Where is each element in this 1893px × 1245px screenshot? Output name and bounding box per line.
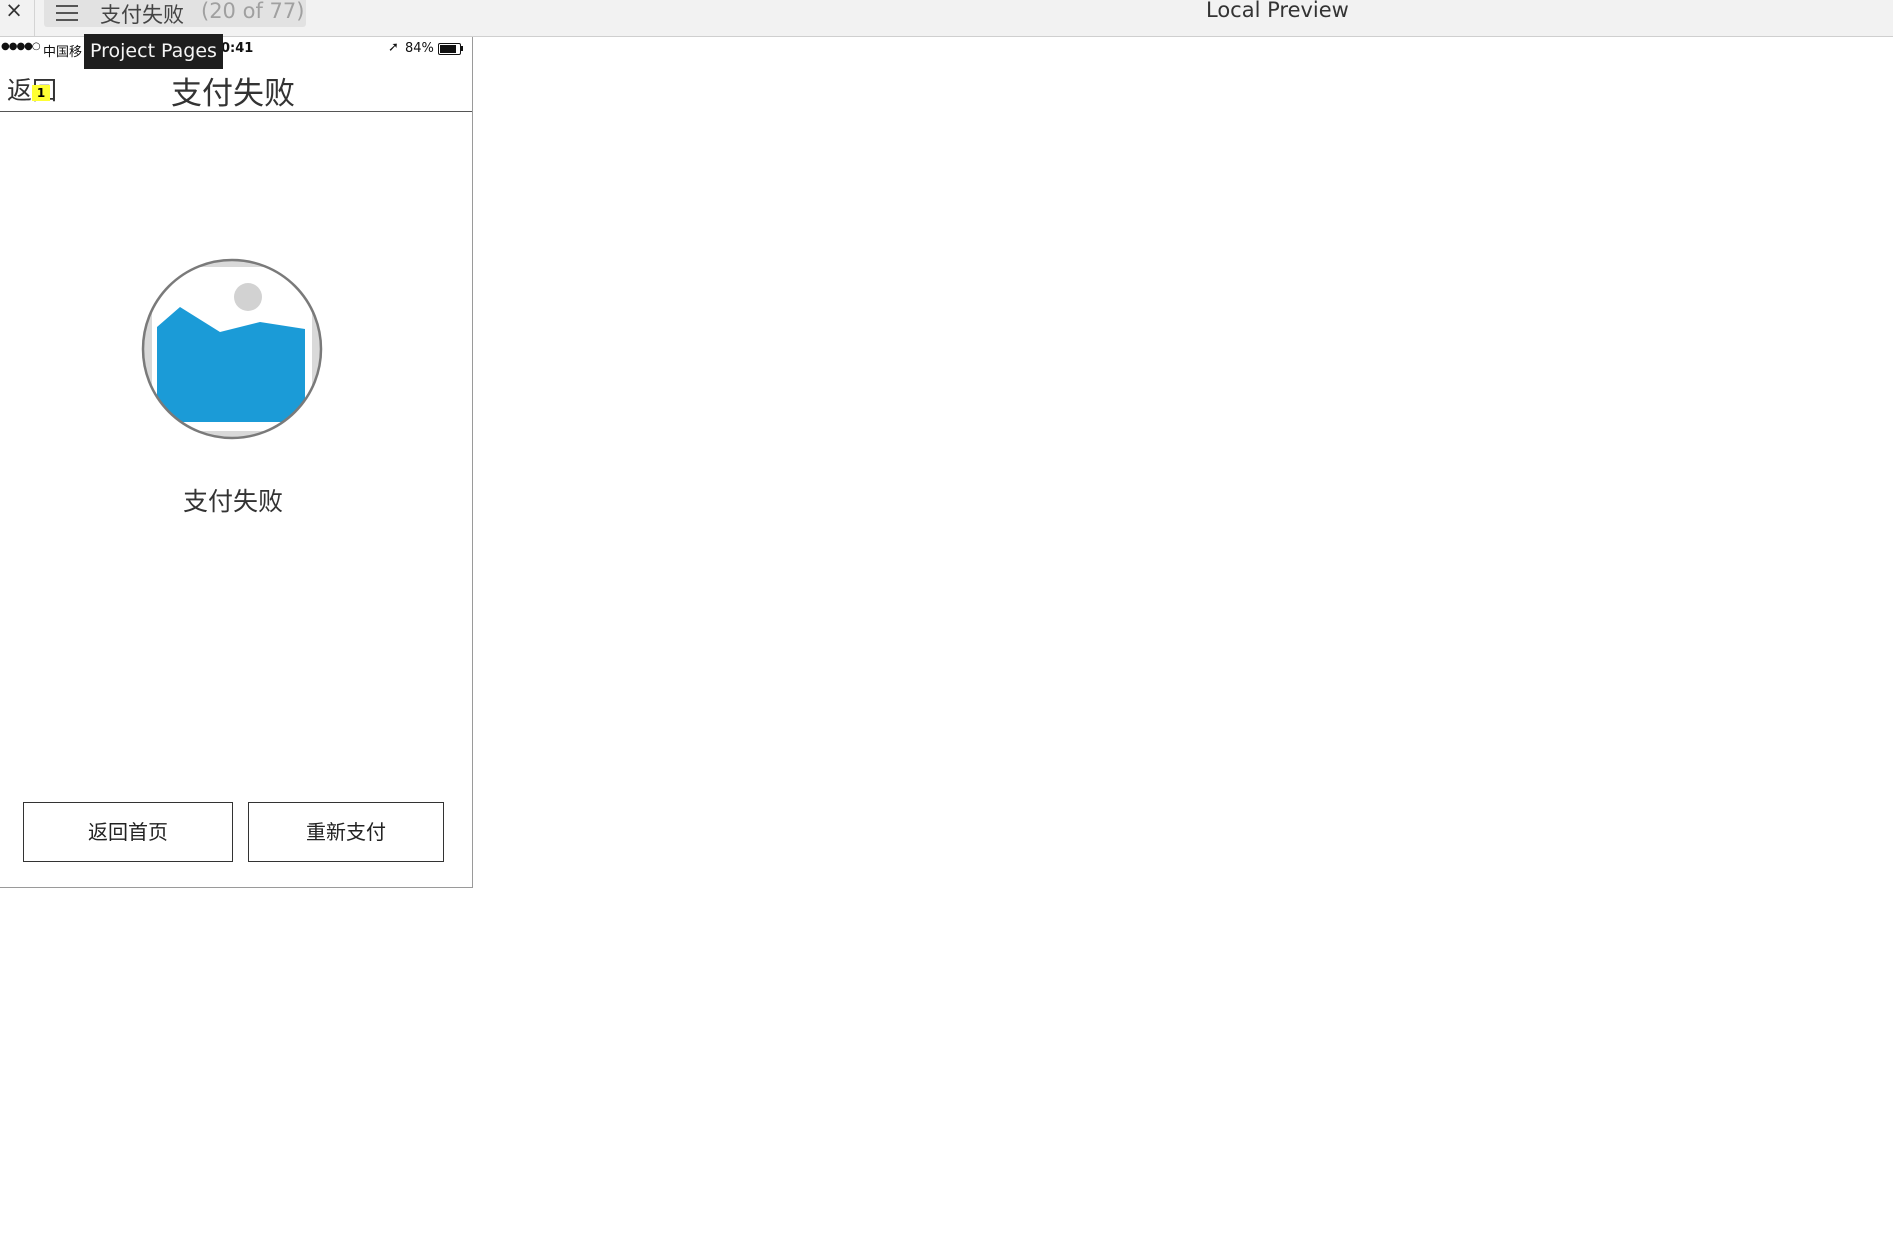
battery-level: [440, 45, 456, 53]
annotation-badge: 1: [32, 85, 50, 101]
phone-preview: ●●●●○ 中国移 0:41 ➚ 84% 返回 1 支付失败 支付: [0, 37, 473, 888]
local-preview-label: Local Preview: [1206, 0, 1349, 22]
payment-failed-message: 支付失败: [182, 487, 283, 516]
preview-toolbar: × 支付失败 (20 of 77) Local Preview: [0, 0, 1893, 37]
status-bar: ●●●●○ 中国移 0:41 ➚ 84%: [0, 37, 472, 61]
toolbar-divider: [34, 0, 35, 36]
return-home-button[interactable]: 返回首页: [23, 802, 233, 862]
nav-title: 支付失败: [171, 76, 295, 112]
status-time: 0:41: [221, 41, 254, 56]
image-placeholder-icon: [140, 257, 324, 441]
location-arrow-icon: ➚: [388, 40, 399, 55]
battery-tip: [461, 46, 463, 51]
battery-percentage: 84%: [405, 41, 434, 56]
close-button[interactable]: ×: [0, 0, 28, 26]
page-selector[interactable]: 支付失败 (20 of 77): [44, 0, 306, 27]
carrier-name: 中国移: [43, 45, 83, 60]
battery-icon: [438, 43, 461, 55]
nav-bar: 返回 1 支付失败: [0, 61, 472, 112]
signal-strength-icon: ●●●●○: [1, 41, 41, 52]
project-pages-tooltip: Project Pages: [84, 34, 223, 69]
hamburger-icon[interactable]: [56, 4, 78, 22]
retry-payment-button[interactable]: 重新支付: [248, 802, 444, 862]
page-title: 支付失败: [100, 3, 184, 27]
page-count: (20 of 77): [201, 0, 305, 23]
